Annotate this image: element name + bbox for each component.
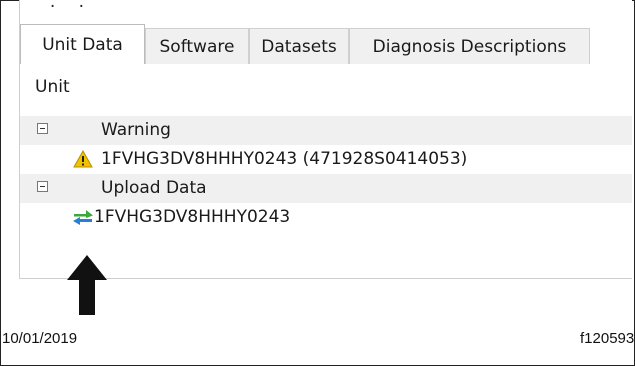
upload-transfer-icon (73, 210, 93, 225)
group-label: Warning (101, 120, 171, 140)
tab-bar: Unit Data Software Datasets Diagnosis De… (20, 22, 632, 65)
figure-date: 10/01/2019 (2, 330, 78, 347)
warning-icon (73, 149, 93, 168)
unit-vin: 1FVHG3DV8HHHY0243 (94, 207, 291, 227)
tab-datasets[interactable]: Datasets (249, 28, 349, 64)
collapse-icon[interactable] (37, 123, 48, 134)
tab-software[interactable]: Software (145, 28, 249, 64)
callout-arrow-icon (67, 255, 107, 315)
collapse-icon[interactable] (37, 181, 48, 192)
unit-data-panel: Unit Warning 1FVHG3DV8HHHY0243 (471928S0… (20, 64, 632, 278)
unit-vin-with-id: 1FVHG3DV8HHHY0243 (471928S0414053) (101, 149, 468, 169)
list-item-upload-unit[interactable]: 1FVHG3DV8HHHY0243 (20, 203, 632, 232)
window-top-strip: ˙ . ˙ . (20, 0, 632, 22)
list-item-warning-unit[interactable]: 1FVHG3DV8HHHY0243 (471928S0414053) (20, 145, 632, 174)
tab-diagnosis-descriptions[interactable]: Diagnosis Descriptions (349, 28, 590, 64)
group-row-upload-data[interactable]: Upload Data (20, 174, 632, 203)
column-header-unit: Unit (35, 77, 70, 97)
application-window: ˙ . ˙ . Unit Data Software Datasets Diag… (19, 0, 632, 279)
group-label: Upload Data (101, 178, 207, 198)
group-row-warning[interactable]: Warning (20, 116, 632, 145)
figure-id: f120593 (580, 330, 635, 347)
tab-unit-data[interactable]: Unit Data (20, 24, 145, 65)
cropped-title-fragment: ˙ . ˙ . (34, 0, 86, 12)
